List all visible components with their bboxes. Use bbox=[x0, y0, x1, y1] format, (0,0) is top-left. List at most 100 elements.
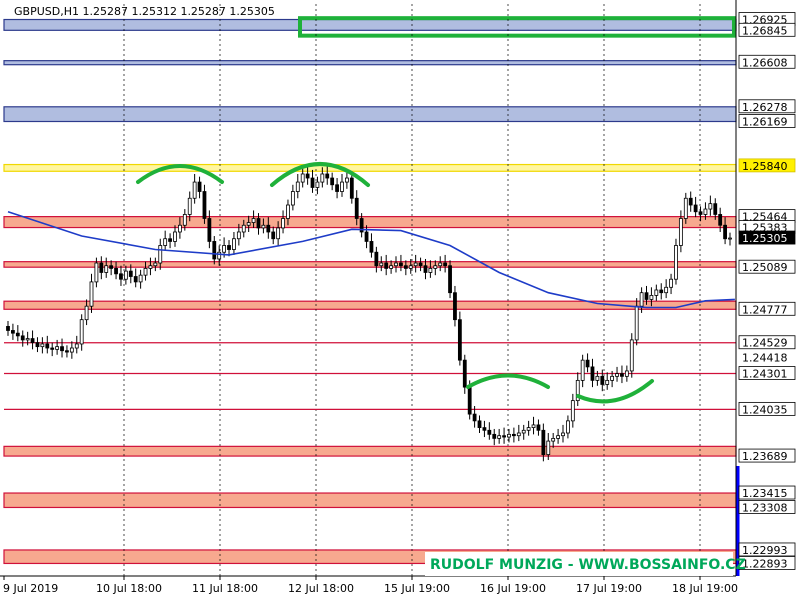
price-label-5: 1.25840 bbox=[742, 160, 788, 173]
candle-body-79 bbox=[394, 262, 398, 267]
candle-body-40 bbox=[202, 191, 207, 219]
candle-body-29 bbox=[148, 265, 153, 269]
candle-body-138 bbox=[683, 197, 688, 219]
price-label-10: 1.24777 bbox=[742, 303, 788, 316]
price-label-14: 1.24035 bbox=[742, 403, 788, 416]
candle-body-114 bbox=[566, 420, 570, 434]
candle-body-41 bbox=[207, 218, 212, 242]
candle-body-127 bbox=[629, 339, 634, 372]
candle-body-36 bbox=[182, 214, 187, 226]
candle-body-13 bbox=[69, 347, 74, 353]
candle-body-16 bbox=[84, 305, 89, 321]
candle-body-77 bbox=[384, 262, 389, 269]
zone-5 bbox=[3, 261, 737, 268]
candle-body-19 bbox=[99, 262, 104, 273]
candle-body-4 bbox=[25, 338, 30, 341]
candle-body-15 bbox=[79, 319, 84, 345]
candle-body-3 bbox=[20, 335, 25, 341]
candle-body-147 bbox=[728, 237, 732, 240]
symbol-info: GBPUSD,H1 1.25287 1.25312 1.25287 1.2530… bbox=[14, 5, 275, 18]
candle-body-20 bbox=[104, 265, 109, 273]
candle-body-112 bbox=[556, 435, 560, 439]
candle-body-103 bbox=[511, 433, 516, 437]
candle-body-51 bbox=[256, 218, 261, 229]
candle-body-132 bbox=[654, 289, 659, 296]
candle-body-73 bbox=[364, 231, 369, 242]
candle-body-74 bbox=[369, 241, 374, 253]
candle-body-145 bbox=[718, 214, 723, 226]
candle-body-6 bbox=[35, 342, 40, 348]
candle-body-68 bbox=[340, 181, 344, 192]
candle-body-78 bbox=[389, 265, 394, 269]
x-label-3: 12 Jul 18:00 bbox=[288, 582, 354, 595]
candle-body-18 bbox=[94, 262, 99, 283]
zone-2 bbox=[3, 106, 737, 123]
zone-0 bbox=[3, 18, 737, 31]
candle-body-0 bbox=[6, 326, 10, 331]
candle-body-11 bbox=[60, 346, 64, 352]
candle-body-63 bbox=[315, 181, 320, 188]
candle-body-57 bbox=[286, 204, 290, 219]
candle-body-66 bbox=[330, 177, 335, 186]
candle-body-5 bbox=[30, 338, 35, 344]
candle-body-92 bbox=[457, 319, 462, 361]
candle-body-28 bbox=[143, 268, 148, 276]
candle-body-50 bbox=[251, 218, 256, 223]
candle-body-49 bbox=[246, 222, 251, 226]
candle-body-131 bbox=[649, 294, 654, 300]
x-label-2: 11 Jul 18:00 bbox=[192, 582, 258, 595]
candle-body-124 bbox=[615, 373, 619, 377]
candle-body-146 bbox=[723, 224, 727, 240]
candle-body-85 bbox=[423, 265, 428, 273]
candle-body-97 bbox=[482, 427, 487, 431]
candle-body-64 bbox=[320, 173, 325, 183]
candle-body-129 bbox=[639, 292, 644, 307]
zone-7 bbox=[3, 445, 737, 457]
x-label-0: 9 Jul 2019 bbox=[3, 582, 58, 595]
price-label-4: 1.26169 bbox=[742, 116, 788, 129]
price-label-15: 1.23689 bbox=[742, 450, 788, 463]
watermark: RUDOLF MUNZIG - WWW.BOSSAINFO.CZ bbox=[430, 557, 746, 573]
candle-body-60 bbox=[300, 173, 305, 183]
candle-body-101 bbox=[502, 435, 506, 438]
candle-body-56 bbox=[281, 218, 285, 229]
candle-body-108 bbox=[536, 424, 541, 431]
candle-body-76 bbox=[379, 262, 384, 267]
candle-body-62 bbox=[310, 177, 315, 188]
candle-body-80 bbox=[399, 262, 403, 267]
candle-body-43 bbox=[217, 251, 222, 260]
candle-body-136 bbox=[674, 245, 678, 280]
candle-body-83 bbox=[413, 262, 418, 267]
candle-body-96 bbox=[477, 420, 482, 429]
price-label-18: 1.22993 bbox=[742, 544, 788, 557]
candle-body-46 bbox=[232, 238, 236, 250]
x-label-6: 17 Jul 19:00 bbox=[576, 582, 642, 595]
candle-body-130 bbox=[644, 292, 649, 300]
candle-body-102 bbox=[507, 433, 511, 438]
price-label-11: 1.24529 bbox=[742, 337, 788, 350]
candle-body-33 bbox=[168, 238, 172, 242]
candle-body-88 bbox=[438, 262, 443, 267]
candle-body-30 bbox=[153, 262, 158, 267]
candle-body-110 bbox=[546, 440, 551, 455]
candle-body-142 bbox=[703, 208, 708, 215]
candle-body-115 bbox=[570, 400, 575, 422]
candle-body-61 bbox=[305, 173, 310, 179]
price-label-19: 1.22893 bbox=[742, 557, 788, 570]
candle-body-32 bbox=[163, 238, 168, 246]
candle-body-7 bbox=[40, 343, 45, 348]
zone-8 bbox=[3, 492, 737, 509]
candle-body-100 bbox=[497, 435, 502, 439]
price-label-1: 1.26845 bbox=[742, 24, 788, 37]
candle-body-45 bbox=[227, 245, 231, 250]
price-label-17: 1.23308 bbox=[742, 501, 788, 514]
candle-body-47 bbox=[236, 231, 241, 240]
candle-body-58 bbox=[290, 191, 295, 206]
price-label-2: 1.26608 bbox=[742, 56, 788, 69]
candle-body-105 bbox=[521, 429, 526, 434]
candle-body-104 bbox=[516, 432, 521, 437]
candle-body-118 bbox=[585, 359, 590, 368]
candle-body-107 bbox=[531, 424, 536, 429]
candle-body-86 bbox=[428, 268, 433, 273]
candle-body-71 bbox=[354, 197, 359, 219]
